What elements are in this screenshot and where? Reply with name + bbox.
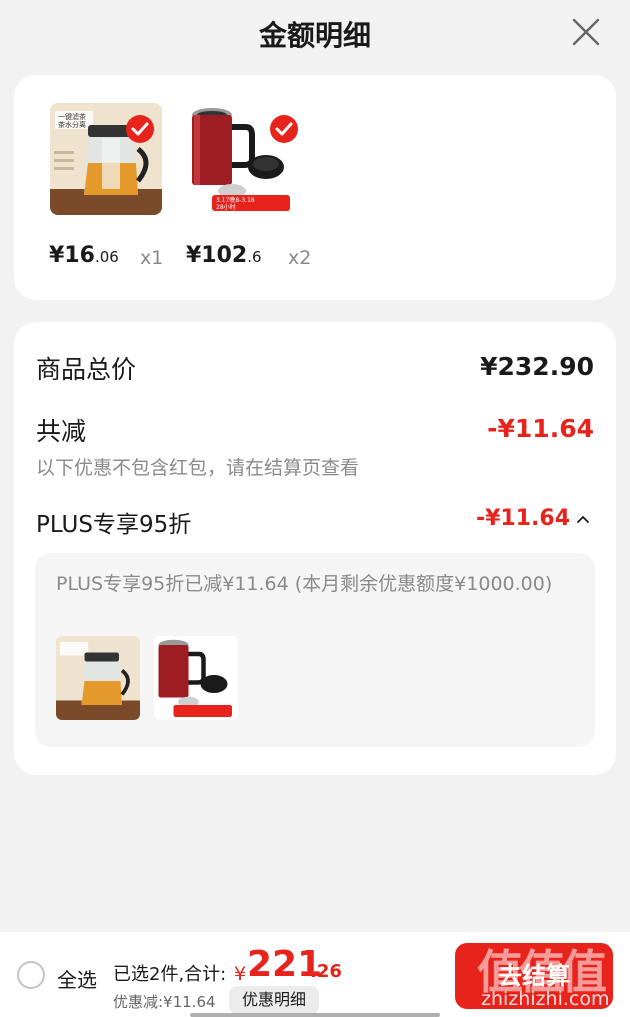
select-all-label[interactable]: 全选 bbox=[57, 964, 97, 993]
reduction-note: 以下优惠不包含红包，请在结算页查看 bbox=[36, 457, 360, 479]
chevron-up-icon[interactable] bbox=[576, 514, 590, 524]
discount-note: 优惠减:¥11.64 bbox=[113, 993, 216, 1011]
plus-discount-panel: PLUS专享95折已减¥11.64 (本月剩余优惠额度¥1000.00) bbox=[35, 553, 595, 747]
discount-detail-button[interactable]: 优惠明细 bbox=[229, 986, 319, 1014]
product-thumbnail-teapot[interactable]: 一键滤茶 茶水分离 bbox=[50, 103, 162, 215]
product-tag-line1: 3.17晚8-3.18 bbox=[216, 196, 255, 204]
plus-discount-detail: PLUS专享95折已减¥11.64 (本月剩余优惠额度¥1000.00) bbox=[56, 573, 553, 595]
total-price-label: 商品总价 bbox=[36, 355, 137, 384]
reduction-label: 共减 bbox=[36, 417, 87, 446]
product-qty-2: x2 bbox=[288, 247, 312, 269]
price-details-card: 商品总价 ¥232.90 共减 -¥11.64 以下优惠不包含红包，请在结算页查… bbox=[14, 322, 616, 775]
bottom-bar: 全选 已选2件,合计: ¥ 221 .26 优惠减:¥11.64 优惠明细 去结… bbox=[0, 932, 630, 1017]
product-thumbnail-mug[interactable]: 3.17晚8-3.18 28小时 bbox=[186, 103, 298, 215]
selection-summary: 已选2件,合计: bbox=[113, 964, 227, 985]
product-tag-line2: 28小时 bbox=[216, 203, 236, 211]
header: 金额明细 bbox=[0, 0, 630, 68]
plus-discount-label[interactable]: PLUS专享95折 bbox=[36, 505, 191, 539]
product-qty-1: x1 bbox=[140, 247, 164, 269]
reduction-amount: -¥11.64 bbox=[487, 414, 594, 443]
mini-thumbnail-teapot bbox=[56, 636, 140, 720]
products-card: 一键滤茶 茶水分离 ¥16.06 x1 3.17晚8-3.18 28小时 ¥10… bbox=[14, 75, 616, 300]
product-tag-line2: 茶水分离 bbox=[58, 120, 86, 129]
check-icon bbox=[126, 115, 154, 143]
plus-discount-amount: -¥11.64 bbox=[475, 506, 570, 531]
check-icon bbox=[270, 115, 298, 143]
total-price-amount: ¥232.90 bbox=[480, 352, 594, 381]
select-all-radio[interactable] bbox=[17, 961, 45, 989]
close-icon[interactable] bbox=[570, 16, 602, 48]
mini-thumbnail-mug bbox=[154, 636, 238, 720]
checkout-button[interactable]: 去结算 bbox=[455, 943, 613, 1009]
product-price-2: ¥102.6 bbox=[186, 243, 262, 268]
page-title: 金额明细 bbox=[258, 19, 371, 52]
product-tag-line1: 一键滤茶 bbox=[58, 112, 86, 121]
product-price-1: ¥16.06 bbox=[49, 243, 119, 268]
home-indicator bbox=[190, 1013, 440, 1017]
total-currency: ¥ bbox=[234, 963, 247, 985]
total-amount-decimal: .26 bbox=[310, 961, 342, 982]
